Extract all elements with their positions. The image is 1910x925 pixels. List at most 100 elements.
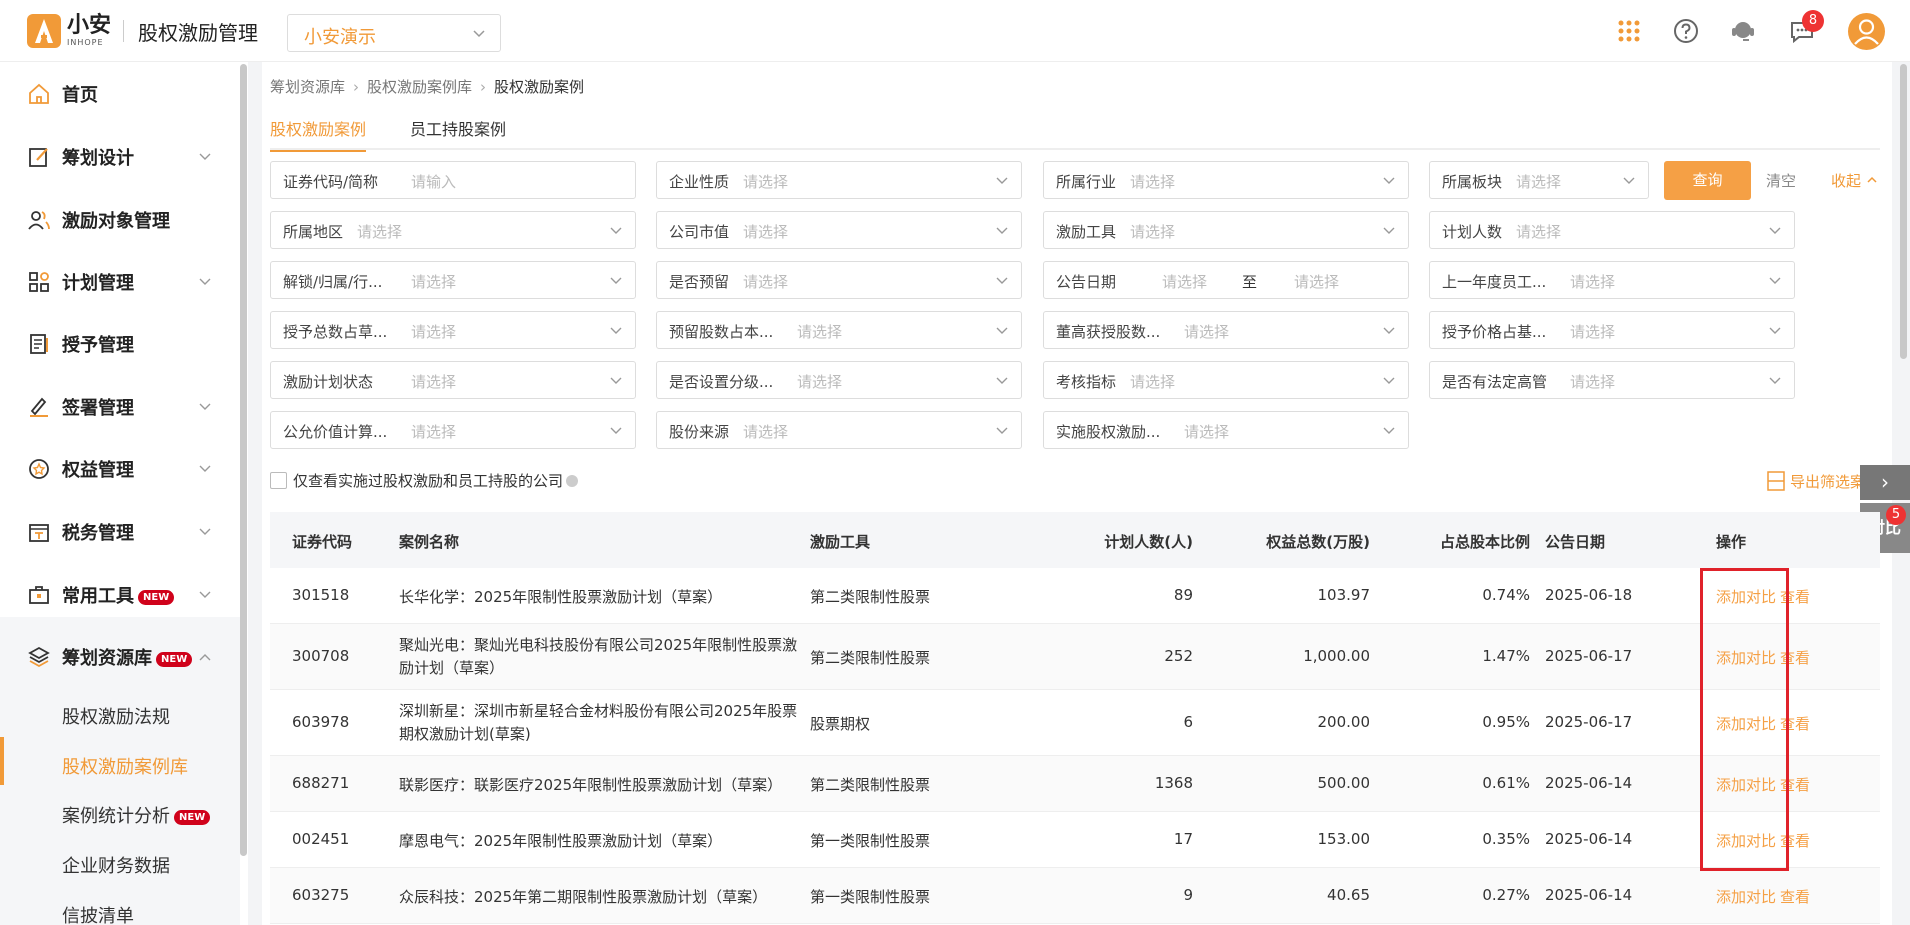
filter-field[interactable]: 所属地区 请选择 [270,211,636,249]
logo[interactable]: 小安 INHOPE 股权激励管理 [27,14,258,48]
filter-placeholder[interactable]: 请选择 [1570,371,1615,392]
query-button[interactable]: 查询 [1664,161,1751,200]
sidebar-sub-disclosure-list[interactable]: 信披清单 [62,902,134,925]
col-header-people[interactable]: 计划人数(人) [1060,531,1193,552]
filter-field[interactable]: 授予价格占基... 请选择 [1429,311,1795,349]
filter-field[interactable]: 激励工具 请选择 [1043,211,1409,249]
col-header-tool[interactable]: 激励工具 [810,531,870,552]
cell-name[interactable]: 摩恩电气：2025年限制性股票激励计划（草案） [399,830,722,851]
filter-placeholder[interactable]: 请选择 [357,221,402,242]
clear-button[interactable]: 清空 [1766,170,1796,191]
sidebar-item-grants[interactable]: 授予管理 [0,315,240,373]
main-scrollbar[interactable] [1900,64,1907,359]
filter-field[interactable]: 解锁/归属/行... 请选择 [270,261,636,299]
col-header-name[interactable]: 案例名称 [399,531,459,552]
filter-placeholder[interactable]: 请选择 [1130,221,1175,242]
filter-field[interactable]: 预留股数占本... 请选择 [656,311,1022,349]
filter-placeholder[interactable]: 请选择 [1516,221,1561,242]
filter-field[interactable]: 实施股权激励... 请选择 [1043,411,1409,449]
sidebar-item-home[interactable]: 首页 [0,65,240,123]
view-button[interactable]: 查看 [1780,888,1810,906]
avatar[interactable] [1848,13,1885,50]
filter-field[interactable]: 所属板块 请选择 [1429,161,1649,199]
col-header-total[interactable]: 权益总数(万股) [1215,531,1370,552]
cell-ratio: 0.95% [1482,713,1530,731]
filter-field[interactable]: 是否设置分级... 请选择 [656,361,1022,399]
filter-placeholder[interactable]: 请输入 [411,171,456,192]
sidebar-item-signing[interactable]: 签署管理 [0,378,240,436]
filter-field[interactable]: 上一年度员工... 请选择 [1429,261,1795,299]
highlight-annotation-box [1700,568,1789,871]
sidebar-item-resources[interactable]: 筹划资源库 NEW [0,628,240,686]
company-filter-checkbox-row[interactable]: 仅查看实施过股权激励和员工持股的公司 [270,470,579,491]
filter-field[interactable]: 董高获授股数... 请选择 [1043,311,1409,349]
cell-name[interactable]: 众辰科技：2025年第二期限制性股票激励计划（草案） [399,886,767,907]
sidebar-scrollbar[interactable] [240,64,247,856]
sidebar-item-planning[interactable]: 筹划设计 [0,128,240,186]
filter-placeholder[interactable]: 请选择 [1570,271,1615,292]
sidebar-item-tools[interactable]: 常用工具 NEW [0,566,240,624]
sidebar-item-plans[interactable]: 计划管理 [0,253,240,311]
cell-name[interactable]: 深圳新星：深圳市新星轻合金材料股份有限公司2025年股票期权激励计划(草案) [399,700,803,746]
sidebar-item-equity[interactable]: 权益管理 [0,440,240,498]
col-header-code[interactable]: 证券代码 [292,531,352,552]
filter-placeholder[interactable]: 请选择 [1130,371,1175,392]
collapse-button[interactable]: 收起 [1831,170,1878,191]
sidebar-sub-financial-data[interactable]: 企业财务数据 [62,852,170,878]
filter-placeholder[interactable]: 请选择 [743,271,788,292]
filter-placeholder[interactable]: 请选择 [743,421,788,442]
filter-label: 公司市值 [669,223,730,241]
filter-field[interactable]: 考核指标 请选择 [1043,361,1409,399]
filter-field[interactable]: 是否预留 请选择 [656,261,1022,299]
filter-field[interactable]: 股份来源 请选择 [656,411,1022,449]
filter-field[interactable]: 公司市值 请选择 [656,211,1022,249]
customer-service-icon[interactable] [1729,17,1757,45]
filter-placeholder[interactable]: 请选择 [1162,271,1207,292]
sidebar-item-participants[interactable]: 激励对象管理 [0,191,240,249]
sidebar-sub-case-library[interactable]: 股权激励案例库 [62,753,188,779]
filter-placeholder[interactable]: 请选择 [1570,321,1615,342]
filter-placeholder[interactable]: 请选择 [797,321,842,342]
company-filter-checkbox[interactable] [270,472,287,489]
filter-placeholder[interactable]: 请选择 [411,321,456,342]
float-next-button[interactable]: › [1860,465,1910,500]
filter-field[interactable]: 证券代码/简称 请输入 [270,161,636,199]
info-icon[interactable] [566,474,579,487]
filter-field[interactable]: 公允价值计算... 请选择 [270,411,636,449]
filter-placeholder[interactable]: 请选择 [1184,321,1229,342]
add-compare-button[interactable]: 添加对比 [1716,888,1776,906]
sidebar-sub-regulations[interactable]: 股权激励法规 [62,703,170,729]
filter-placeholder[interactable]: 请选择 [743,221,788,242]
apps-grid-icon[interactable] [1615,17,1643,45]
cell-name[interactable]: 联影医疗：联影医疗2025年限制性股票激励计划（草案） [399,774,782,795]
col-header-ratio[interactable]: 占总股本比例 [1400,531,1530,552]
tab-esop-cases[interactable]: 员工持股案例 [410,116,506,150]
filter-field[interactable]: 是否有法定高管 请选择 [1429,361,1795,399]
filter-placeholder[interactable]: 请选择 [797,371,842,392]
filter-placeholder[interactable]: 请选择 [743,171,788,192]
filter-placeholder[interactable]: 请选择 [411,271,456,292]
filter-placeholder[interactable]: 请选择 [411,421,456,442]
filter-label: 企业性质 [669,173,730,191]
filter-placeholder[interactable]: 请选择 [1130,171,1175,192]
help-icon[interactable] [1672,17,1700,45]
cell-name[interactable]: 聚灿光电：聚灿光电科技股份有限公司2025年限制性股票激励计划（草案） [399,634,803,680]
filter-field[interactable]: 计划人数 请选择 [1429,211,1795,249]
sidebar-item-tax[interactable]: 税务管理 [0,503,240,561]
filter-placeholder[interactable]: 请选择 [411,371,456,392]
cell-name[interactable]: 长华化学：2025年限制性股票激励计划（草案） [399,586,722,607]
filter-field[interactable]: 所属行业 请选择 [1043,161,1409,199]
filter-placeholder[interactable]: 请选择 [1184,421,1229,442]
breadcrumb-item[interactable]: 股权激励案例库 [367,78,472,96]
tab-equity-cases[interactable]: 股权激励案例 [270,116,367,152]
sidebar-sub-case-stats[interactable]: 案例统计分析 NEW [62,802,211,828]
filter-field[interactable]: 公告日期 请选择 至 请选择 [1043,261,1409,299]
filter-field[interactable]: 企业性质 请选择 [656,161,1022,199]
breadcrumb-item[interactable]: 筹划资源库 [270,78,345,96]
filter-field[interactable]: 激励计划状态 请选择 [270,361,636,399]
filter-placeholder[interactable]: 请选择 [1516,171,1561,192]
company-select[interactable]: 小安演示 [287,14,501,52]
col-header-date[interactable]: 公告日期 [1545,531,1605,552]
filter-field[interactable]: 授予总数占草... 请选择 [270,311,636,349]
filter-placeholder-end[interactable]: 请选择 [1294,271,1339,292]
